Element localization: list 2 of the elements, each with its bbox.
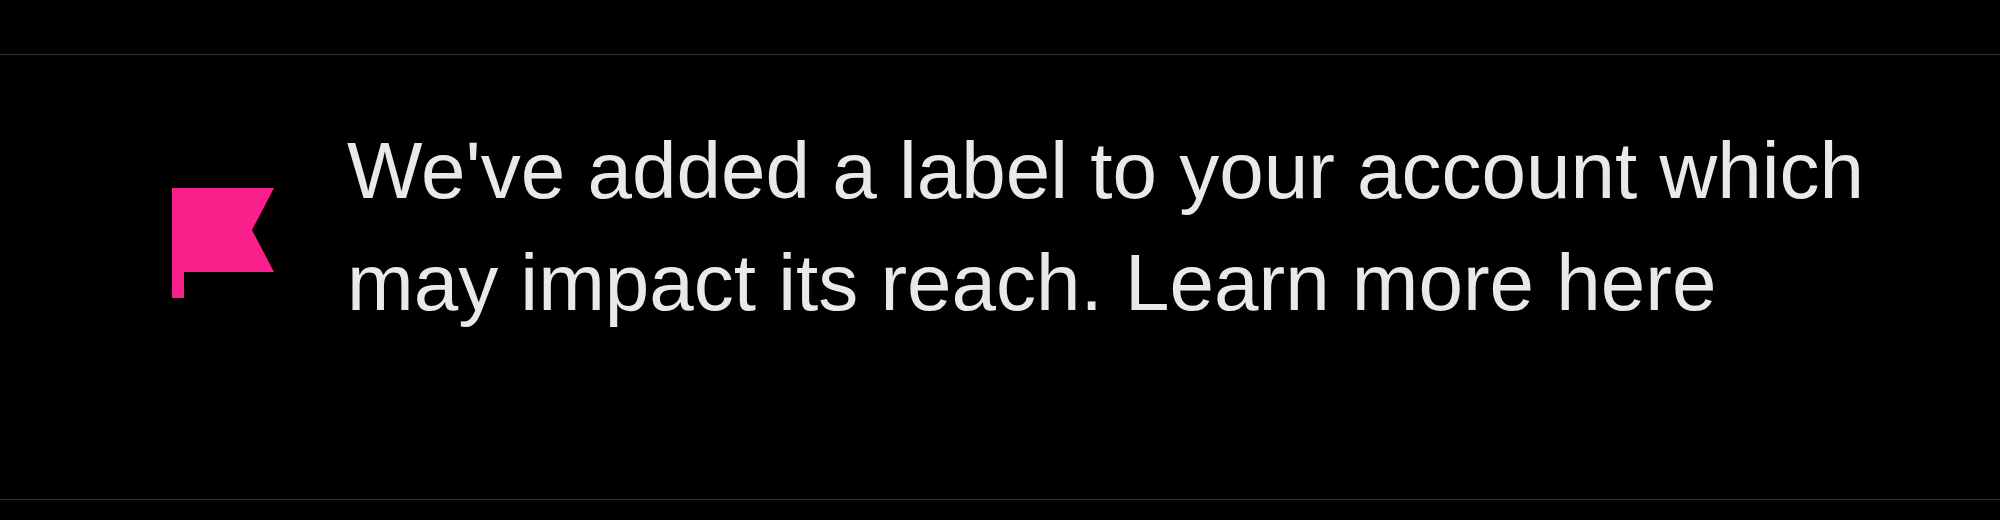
flag-icon	[172, 188, 274, 298]
notice-text: We've added a label to your account which may impact its reach. Learn more here	[347, 125, 1865, 329]
